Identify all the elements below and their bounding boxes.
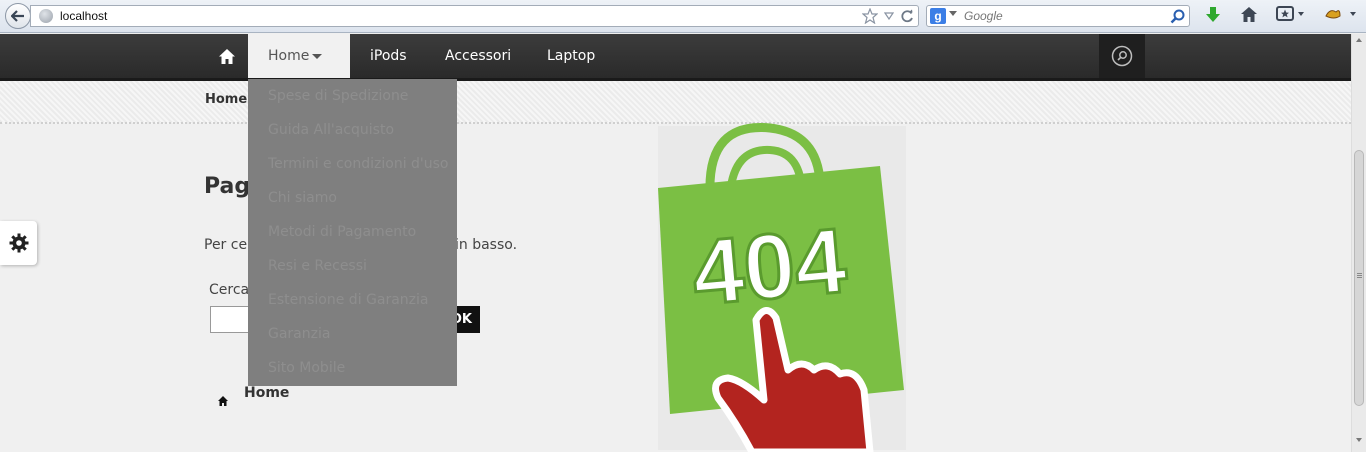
nav-tab-laptop[interactable]: Laptop <box>547 34 595 78</box>
breadcrumb-home[interactable]: Home <box>205 92 247 107</box>
description-start: Per cer <box>204 237 253 253</box>
dropdown-item-spese-spedizione[interactable]: Spese di Spedizione <box>268 88 408 104</box>
scroll-up-icon[interactable] <box>1356 38 1362 42</box>
dropdown-item-resi-recessi[interactable]: Resi e Recessi <box>268 258 367 274</box>
download-icon[interactable] <box>1205 6 1221 24</box>
nav-tab-home[interactable]: Home <box>248 34 350 79</box>
settings-widget[interactable] <box>0 221 37 265</box>
search-icon[interactable] <box>1170 9 1185 24</box>
google-logo-icon[interactable]: g <box>930 8 946 24</box>
nav-tab-ipods[interactable]: iPods <box>370 34 407 78</box>
breadcrumb: Home <box>0 81 1351 124</box>
home-icon <box>218 48 235 64</box>
reload-icon[interactable] <box>900 9 914 23</box>
nav-home-button[interactable] <box>205 34 248 78</box>
url-bar[interactable]: localhost <box>30 5 919 27</box>
home-page-icon[interactable] <box>1240 6 1258 23</box>
dropdown-item-termini-condizioni[interactable]: Termini e condizioni d'uso <box>268 156 449 172</box>
scroll-down-icon[interactable] <box>1356 438 1362 442</box>
dropdown-item-guida-acquisto[interactable]: Guida All'acquisto <box>268 122 394 138</box>
home-dropdown-menu: Spese di Spedizione Guida All'acquisto T… <box>248 79 457 386</box>
search-placeholder[interactable]: Google <box>964 9 1003 23</box>
site-navbar: Home iPods Accessori Laptop <box>0 34 1351 81</box>
bookmark-star-icon[interactable] <box>862 8 878 24</box>
addon-icon[interactable] <box>1324 6 1360 22</box>
page-scrollbar[interactable] <box>1351 34 1366 452</box>
engine-dropdown-icon[interactable] <box>949 11 957 16</box>
home-icon <box>218 396 228 406</box>
search-label: Cerca <box>209 282 250 298</box>
scrollbar-thumb[interactable] <box>1354 150 1364 406</box>
dropdown-item-garanzia[interactable]: Garanzia <box>268 326 330 342</box>
bookmarks-menu-icon[interactable] <box>1276 6 1306 22</box>
url-text[interactable]: localhost <box>60 9 107 23</box>
dropdown-item-sito-mobile[interactable]: Sito Mobile <box>268 360 345 376</box>
404-bag-illustration: 404 <box>658 123 904 452</box>
search-icon <box>1111 45 1133 67</box>
nav-tab-home-label: Home <box>268 48 310 64</box>
chevron-down-icon <box>312 53 323 59</box>
description-end: in basso. <box>455 237 518 253</box>
home-link[interactable]: Home <box>244 385 289 401</box>
dropdown-item-chi-siamo[interactable]: Chi siamo <box>268 190 337 206</box>
arrow-left-icon <box>11 10 24 22</box>
nav-search-button[interactable] <box>1099 34 1145 78</box>
dropdown-item-estensione-garanzia[interactable]: Estensione di Garanzia <box>268 292 428 308</box>
dropdown-item-metodi-pagamento[interactable]: Metodi di Pagamento <box>268 224 416 240</box>
main-content: Pagi Per cer in basso. Cerca OK Home 404 <box>0 123 1351 452</box>
nav-tab-accessori[interactable]: Accessori <box>445 34 511 78</box>
dropdown-arrow-icon[interactable] <box>884 12 894 20</box>
browser-toolbar: localhost g Google <box>0 0 1366 33</box>
gear-icon <box>9 233 28 253</box>
back-button[interactable] <box>5 3 31 29</box>
globe-icon <box>39 9 53 23</box>
search-bar[interactable]: g Google <box>926 5 1190 27</box>
